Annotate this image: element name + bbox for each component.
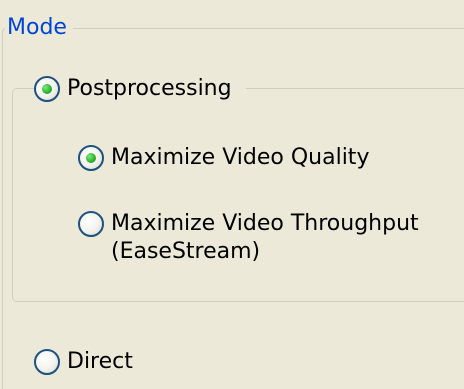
maximize-video-quality-radio-option[interactable]: Maximize Video Quality — [78, 144, 370, 172]
maximize-video-quality-label: Maximize Video Quality — [111, 145, 370, 170]
maximize-video-throughput-label-line-2: (EaseStream) — [111, 239, 261, 264]
maximize-video-throughput-label: Maximize Video Throughput (EaseStream) — [111, 210, 419, 266]
postprocessing-group-box — [12, 88, 464, 302]
postprocessing-radio-option[interactable]: Postprocessing — [34, 75, 246, 103]
radio-unselected-icon[interactable] — [78, 211, 104, 237]
radio-unselected-icon[interactable] — [34, 349, 60, 375]
maximize-video-throughput-label-line-1: Maximize Video Throughput — [111, 211, 419, 236]
direct-radio-option[interactable]: Direct — [34, 348, 133, 376]
maximize-video-throughput-radio-option[interactable]: Maximize Video Throughput (EaseStream) — [78, 210, 419, 266]
radio-selected-icon[interactable] — [78, 145, 104, 171]
postprocessing-label: Postprocessing — [67, 76, 232, 101]
direct-label: Direct — [67, 349, 133, 374]
radio-selected-icon[interactable] — [34, 76, 60, 102]
mode-group-title: Mode — [5, 14, 73, 42]
